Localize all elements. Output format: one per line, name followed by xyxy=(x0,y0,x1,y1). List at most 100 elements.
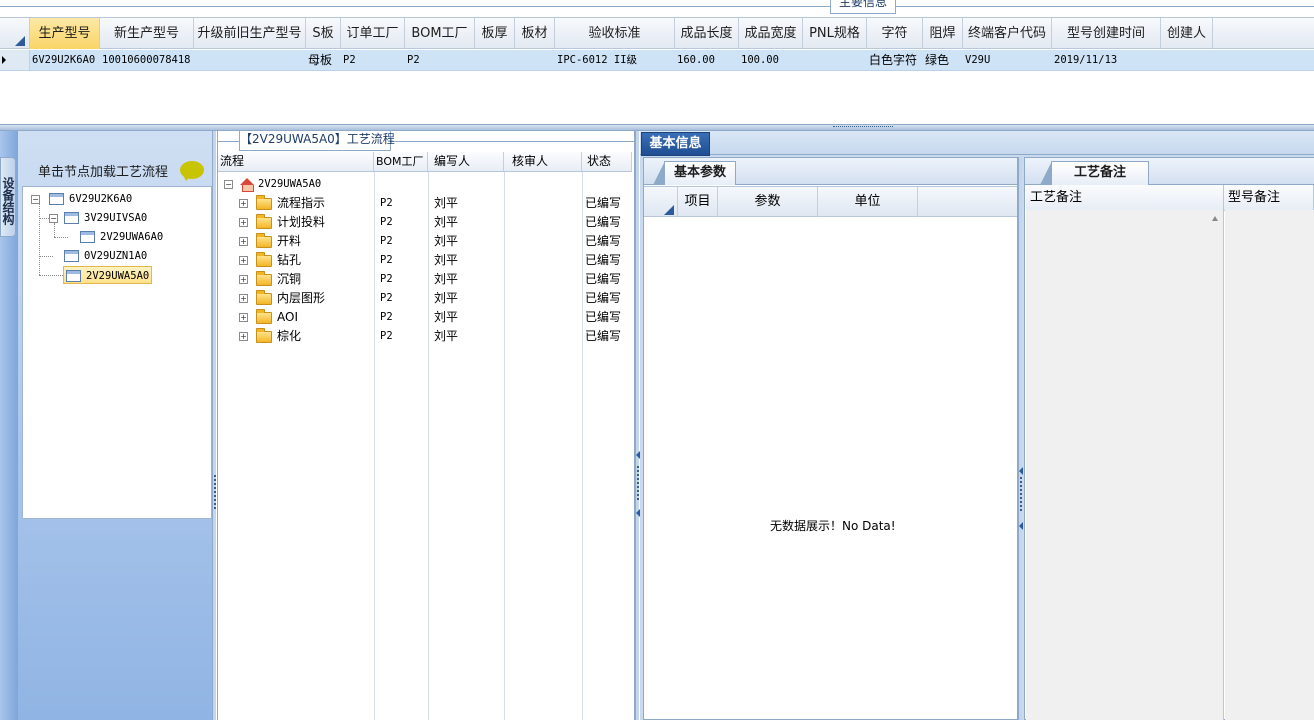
process-author: 刘平 xyxy=(434,291,459,305)
process-row[interactable]: + 沉铜 P2 刘平 已编写 xyxy=(218,270,632,289)
process-row[interactable]: + 钻孔 P2 刘平 已编写 xyxy=(218,251,632,270)
col-header-solder-mask[interactable]: 阻焊 xyxy=(923,18,963,49)
device-structure-tab[interactable]: 设备结构 xyxy=(0,157,16,237)
collapse-arrow-icon[interactable] xyxy=(1019,522,1023,530)
tree-node[interactable]: 6V29U2K6A0 xyxy=(49,190,132,208)
expand-icon[interactable]: + xyxy=(239,218,248,227)
col-header-material[interactable]: 板材 xyxy=(515,18,555,49)
process-name: 内层图形 xyxy=(277,291,326,305)
cell-bom-factory[interactable]: P2 xyxy=(405,50,475,70)
cell-old-model[interactable] xyxy=(194,50,306,70)
process-tree-root[interactable]: − 2V29UWA5A0 xyxy=(218,175,632,194)
collapse-icon[interactable]: − xyxy=(31,195,40,204)
process-row[interactable]: + 棕化 P2 刘平 已编写 xyxy=(218,327,632,346)
col-header-bom-factory[interactable]: BOM工厂 xyxy=(374,152,428,171)
cell-model[interactable]: 6V29U2K6A0 xyxy=(30,50,100,70)
process-status: 已编写 xyxy=(585,329,622,343)
process-status: 已编写 xyxy=(585,291,622,305)
col-header-bom-factory[interactable]: BOM工厂 xyxy=(405,18,475,49)
col-header-length[interactable]: 成品长度 xyxy=(675,18,739,49)
process-remark-field[interactable] xyxy=(1026,210,1224,720)
cell-s-board[interactable]: 母板 xyxy=(306,50,341,70)
col-header-order-factory[interactable]: 订单工厂 xyxy=(341,18,405,49)
col-header-acceptance[interactable]: 验收标准 xyxy=(555,18,675,49)
collapse-arrow-icon[interactable] xyxy=(1019,467,1023,475)
col-header-new-model[interactable]: 新生产型号 xyxy=(100,18,194,49)
expand-icon[interactable]: + xyxy=(239,237,248,246)
expand-icon[interactable]: + xyxy=(239,294,248,303)
process-panel-tab[interactable]: 【2V29UWA5A0】工艺流程 xyxy=(239,131,395,151)
row-indicator[interactable] xyxy=(0,50,30,70)
process-name: 计划投料 xyxy=(277,215,326,229)
cell-created-time[interactable]: 2019/11/13 xyxy=(1052,50,1161,70)
cell-thickness[interactable] xyxy=(475,50,515,70)
col-header-process-remark[interactable]: 工艺备注 xyxy=(1026,185,1224,211)
tab-basic-params[interactable]: 基本参数 xyxy=(653,161,736,185)
left-rail: 设备结构 xyxy=(0,131,18,720)
cell-pnl[interactable] xyxy=(803,50,867,70)
tree-node[interactable]: 0V29UZN1A0 xyxy=(64,247,147,265)
col-header-width[interactable]: 成品宽度 xyxy=(739,18,803,49)
process-name: AOI xyxy=(277,310,298,324)
col-header-author[interactable]: 编写人 xyxy=(428,152,504,171)
col-header-characters[interactable]: 字符 xyxy=(867,18,923,49)
cell-creator[interactable] xyxy=(1161,50,1213,70)
tree-node[interactable]: 2V29UWA6A0 xyxy=(80,228,163,246)
params-grid-header: 项目 参数 单位 xyxy=(644,186,1017,217)
cell-acceptance[interactable]: IPC-6012 II级 xyxy=(555,50,675,70)
right-splitter[interactable] xyxy=(1018,157,1023,720)
process-row[interactable]: + 计划投料 P2 刘平 已编写 xyxy=(218,213,632,232)
process-grid-header: 流程 BOM工厂 编写人 核审人 状态 xyxy=(218,152,632,172)
col-header-unit[interactable]: 单位 xyxy=(818,187,918,217)
cell-material[interactable] xyxy=(515,50,555,70)
grid-corner[interactable] xyxy=(644,187,678,217)
expand-icon[interactable]: + xyxy=(239,275,248,284)
collapse-icon[interactable]: − xyxy=(224,180,233,189)
col-header-creator[interactable]: 创建人 xyxy=(1161,18,1213,49)
col-header-process[interactable]: 流程 xyxy=(218,152,374,171)
scroll-up-icon[interactable] xyxy=(1212,216,1218,221)
tab-basic-info[interactable]: 基本信息 xyxy=(641,132,710,156)
col-header-thickness[interactable]: 板厚 xyxy=(475,18,515,49)
tab-process-remark[interactable]: 工艺备注 xyxy=(1040,161,1149,185)
cell-characters[interactable]: 白色字符 xyxy=(867,50,923,70)
col-header-status[interactable]: 状态 xyxy=(582,152,632,171)
grid-corner[interactable] xyxy=(0,18,30,49)
col-header-model[interactable]: 生产型号 xyxy=(30,18,100,49)
col-header-pnl[interactable]: PNL规格 xyxy=(803,18,867,49)
main-info-tab[interactable]: 主要信息 xyxy=(830,0,896,14)
expand-icon[interactable]: + xyxy=(239,199,248,208)
cell-length[interactable]: 160.00 xyxy=(675,50,739,70)
expand-icon[interactable]: + xyxy=(239,256,248,265)
tree-node[interactable]: 3V29UIVSA0 xyxy=(64,209,147,227)
splitter-grip-icon xyxy=(833,126,893,130)
col-header-param[interactable]: 参数 xyxy=(718,187,818,217)
left-splitter[interactable] xyxy=(212,131,216,720)
cell-solder-mask[interactable]: 绿色 xyxy=(923,50,963,70)
process-row[interactable]: + 开料 P2 刘平 已编写 xyxy=(218,232,632,251)
cell-width[interactable]: 100.00 xyxy=(739,50,803,70)
process-row[interactable]: + 流程指示 P2 刘平 已编写 xyxy=(218,194,632,213)
process-row[interactable]: + AOI P2 刘平 已编写 xyxy=(218,308,632,327)
expand-icon[interactable]: + xyxy=(239,313,248,322)
cell-customer-code[interactable]: V29U xyxy=(963,50,1052,70)
model-remark-field[interactable] xyxy=(1225,210,1314,720)
col-header-old-model[interactable]: 升级前旧生产型号 xyxy=(194,18,306,49)
speech-bubble-icon xyxy=(180,161,204,181)
col-header-customer-code[interactable]: 终端客户代码 xyxy=(963,18,1052,49)
cell-order-factory[interactable]: P2 xyxy=(341,50,405,70)
process-row[interactable]: + 内层图形 P2 刘平 已编写 xyxy=(218,289,632,308)
cell-new-model[interactable]: 10010600078418 xyxy=(100,50,194,70)
process-bom: P2 xyxy=(380,216,393,228)
middle-splitter[interactable] xyxy=(635,131,640,720)
col-header-s-board[interactable]: S板 xyxy=(306,18,341,49)
expand-icon[interactable]: + xyxy=(239,332,248,341)
tree-node-selected[interactable]: 2V29UWA5A0 xyxy=(63,266,153,284)
table-row[interactable]: 6V29U2K6A0 10010600078418 母板 P2 P2 IPC-6… xyxy=(0,50,1314,71)
horizontal-splitter[interactable] xyxy=(0,124,1314,131)
col-header-reviewer[interactable]: 核审人 xyxy=(504,152,582,171)
col-header-item[interactable]: 项目 xyxy=(678,187,718,217)
collapse-icon[interactable]: − xyxy=(49,214,58,223)
col-header-model-remark[interactable]: 型号备注 xyxy=(1224,185,1314,211)
col-header-created-time[interactable]: 型号创建时间 xyxy=(1052,18,1161,49)
